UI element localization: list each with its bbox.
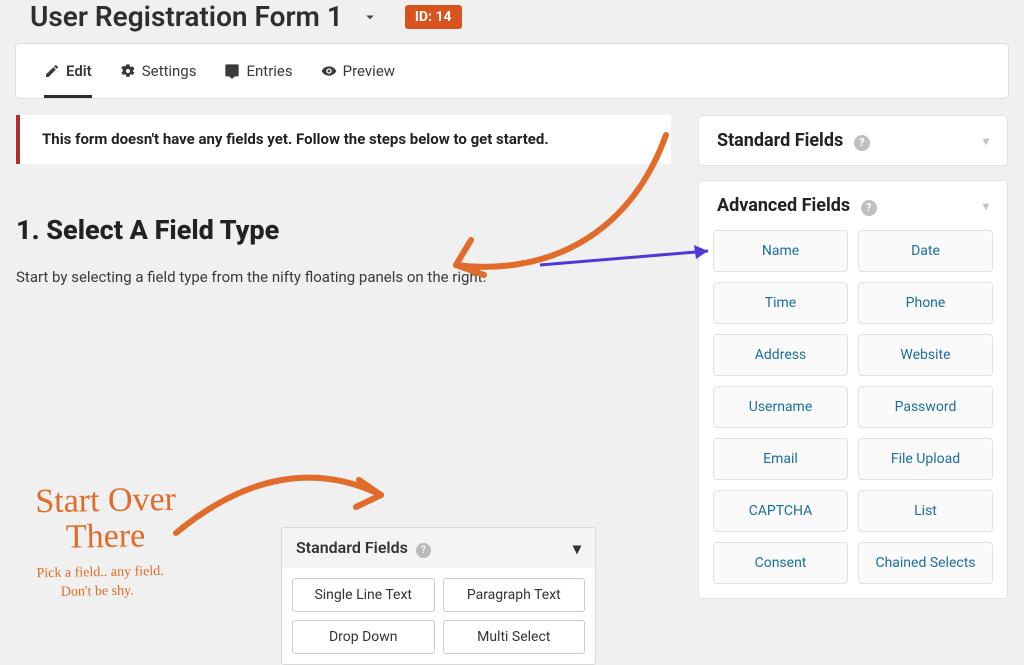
- field-chained-selects[interactable]: Chained Selects: [858, 542, 993, 584]
- tab-entries[interactable]: Entries: [224, 44, 292, 98]
- field-website[interactable]: Website: [858, 334, 993, 376]
- standard-fields-panel: Standard Fields ? ▾: [698, 115, 1008, 166]
- help-icon: ?: [416, 543, 431, 558]
- field-phone[interactable]: Phone: [858, 282, 993, 324]
- sample-field-multi-select[interactable]: Multi Select: [443, 620, 586, 654]
- help-icon: ?: [861, 200, 877, 216]
- caret-down-icon: ▾: [983, 199, 989, 213]
- annotation-start-over-there: Start Over There Pick a field.. any fiel…: [35, 482, 178, 602]
- sample-panel-title: Standard Fields: [296, 538, 408, 557]
- annotation-line2: There: [66, 517, 146, 555]
- field-consent[interactable]: Consent: [713, 542, 848, 584]
- field-list[interactable]: List: [858, 490, 993, 532]
- form-title: User Registration Form 1: [30, 0, 343, 33]
- form-tabs: Edit Settings Entries Preview: [15, 43, 1009, 99]
- advanced-fields-header[interactable]: Advanced Fields ? ▾: [699, 181, 1007, 230]
- field-address[interactable]: Address: [713, 334, 848, 376]
- tab-edit[interactable]: Edit: [44, 44, 92, 98]
- tab-settings[interactable]: Settings: [120, 44, 197, 98]
- form-switcher-chevron[interactable]: [359, 6, 381, 28]
- tab-preview[interactable]: Preview: [321, 44, 395, 98]
- field-email[interactable]: Email: [713, 438, 848, 480]
- field-file-upload[interactable]: File Upload: [858, 438, 993, 480]
- tab-entries-label: Entries: [246, 62, 292, 80]
- form-editor-area: This form doesn't have any fields yet. F…: [16, 115, 678, 599]
- step1-description: Start by selecting a field type from the…: [16, 268, 678, 286]
- annotation-line1: Start Over: [35, 481, 176, 520]
- annotation-sub2: Don't be shy.: [61, 583, 134, 599]
- empty-form-notice: This form doesn't have any fields yet. F…: [16, 115, 671, 164]
- sample-field-paragraph-text[interactable]: Paragraph Text: [443, 578, 586, 612]
- field-time[interactable]: Time: [713, 282, 848, 324]
- caret-down-icon: ▾: [983, 134, 989, 148]
- advanced-fields-title: Advanced Fields: [717, 195, 850, 216]
- chevron-down-icon: [361, 8, 379, 26]
- advanced-fields-grid: Name Date Time Phone Address Website Use…: [699, 230, 1007, 598]
- advanced-fields-panel: Advanced Fields ? ▾ Name Date Time Phone…: [698, 180, 1008, 599]
- field-password[interactable]: Password: [858, 386, 993, 428]
- tab-preview-label: Preview: [343, 62, 395, 80]
- field-username[interactable]: Username: [713, 386, 848, 428]
- gear-icon: [120, 63, 136, 79]
- eye-icon: [321, 63, 337, 79]
- sample-standard-fields-panel: Standard Fields ? ▾ Single Line Text Par…: [281, 527, 596, 665]
- tab-settings-label: Settings: [142, 62, 197, 80]
- tab-edit-label: Edit: [66, 62, 92, 80]
- field-name[interactable]: Name: [713, 230, 848, 272]
- standard-fields-header[interactable]: Standard Fields ? ▾: [699, 116, 1007, 165]
- field-captcha[interactable]: CAPTCHA: [713, 490, 848, 532]
- sample-panel-fields: Single Line Text Paragraph Text Drop Dow…: [282, 568, 595, 664]
- form-id-badge: ID: 14: [405, 5, 462, 29]
- pencil-icon: [44, 63, 60, 79]
- sample-panel-header[interactable]: Standard Fields ? ▾: [282, 528, 595, 568]
- sample-field-single-line-text[interactable]: Single Line Text: [292, 578, 435, 612]
- help-icon: ?: [854, 135, 870, 151]
- field-date[interactable]: Date: [858, 230, 993, 272]
- annotation-sub1: Pick a field.. any field.: [36, 564, 163, 581]
- standard-fields-title: Standard Fields: [717, 130, 843, 151]
- caret-down-icon: ▾: [573, 539, 581, 558]
- step1-heading: 1. Select A Field Type: [16, 214, 678, 246]
- form-header: User Registration Form 1 ID: 14: [0, 0, 1024, 43]
- field-panels-sidebar: Standard Fields ? ▾ Advanced Fields ? ▾ …: [698, 115, 1008, 599]
- sample-field-drop-down[interactable]: Drop Down: [292, 620, 435, 654]
- speech-bubble-icon: [224, 63, 240, 79]
